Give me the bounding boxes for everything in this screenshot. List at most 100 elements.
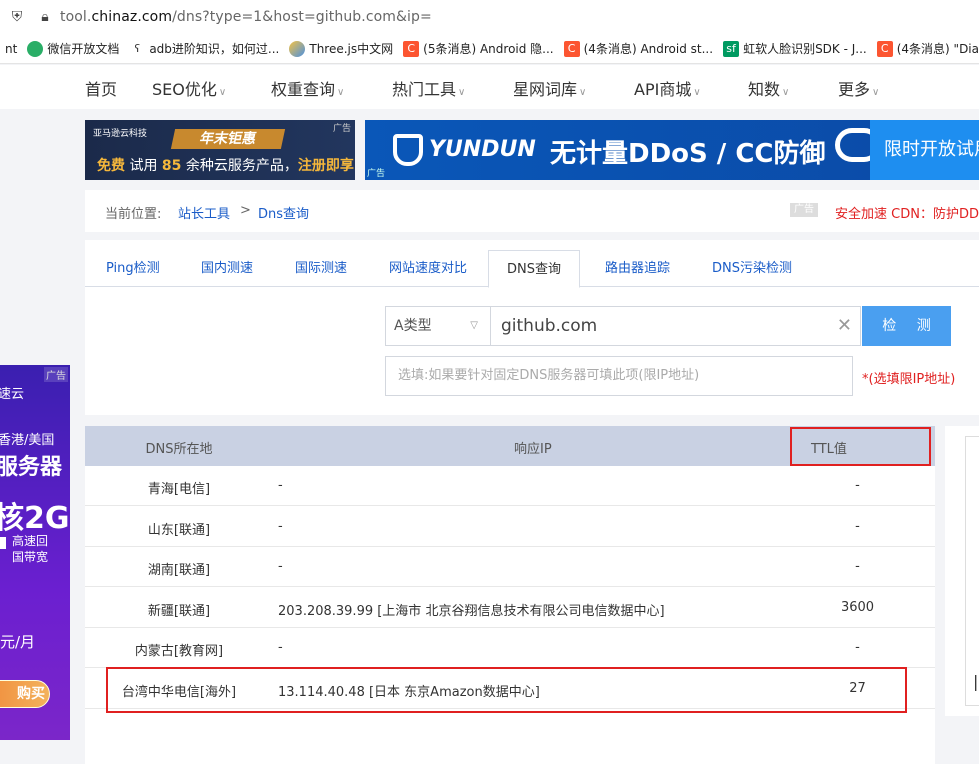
ttl-header-highlight <box>790 427 931 466</box>
ad-tag: 广告 <box>332 124 351 134</box>
breadcrumb-link-dns[interactable]: Dns查询 <box>258 203 309 222</box>
record-type-value: A类型 <box>394 318 432 334</box>
csdn-icon: C <box>563 40 580 57</box>
header-location: DNS所在地 <box>145 442 213 457</box>
nav-item[interactable]: 更多 ∨ <box>838 76 879 100</box>
tab-item[interactable]: DNS查询 <box>488 250 580 288</box>
bookmark-item[interactable]: Three.js中文网 <box>284 34 398 63</box>
side-box <box>965 436 979 706</box>
chevron-down-icon: ∨ <box>579 87 587 98</box>
ad-promo: 年末钜惠 <box>170 129 286 149</box>
tool-tabs: Ping检测 国内测速 国际测速 网站速度对比 DNS查询 路由器追踪 DNS污染检测 <box>85 250 979 288</box>
ad-tag: 广告 <box>44 367 68 382</box>
tab-item[interactable]: 国内测速 <box>183 250 271 287</box>
bookmarks-bar: nt 微信开放文档 ʕ adb进阶知识，如何过... Three.js中文网 C (5条消息… <box>0 34 979 64</box>
nav-item[interactable]: API商城 ∨ <box>634 76 701 100</box>
threejs-icon <box>289 40 306 57</box>
nav-item[interactable]: 首页 <box>85 76 117 100</box>
host-input-value: github.com <box>501 316 598 336</box>
cell-location: 新疆[联通] <box>147 603 211 619</box>
right-side-panel: | <box>945 426 979 716</box>
ad-brand: 亚马逊云科技 <box>93 129 148 139</box>
url-text[interactable]: tool.chinaz.com/dns?type=1&host=github.c… <box>60 9 432 25</box>
ad-cta[interactable]: 限时开放试用 <box>870 120 979 180</box>
bookmark-item[interactable]: C (4条消息) Android st... <box>559 34 718 63</box>
nav-item-label: 星网词库 <box>513 80 578 99</box>
cell-response-ip: - <box>278 518 283 534</box>
bookmark-item[interactable]: C (5条消息) Android 隐... <box>398 34 558 63</box>
bookmark-label: (4条消息) "Dial <box>896 42 979 56</box>
bookmark-item[interactable]: 微信开放文档 <box>22 34 124 63</box>
bookmark-label: 虹软人脸识别SDK - J... <box>743 42 867 56</box>
cell-location: 湖南[联通] <box>147 563 211 578</box>
dns-server-ip-input[interactable]: 选填:如果要针对固定DNS服务器可填此项(限IP地址) <box>385 356 853 396</box>
cell-ttl: 3600 <box>840 599 875 615</box>
bookmark-item[interactable]: sf 虹软人脸识别SDK - J... <box>718 34 872 63</box>
amazon-ad-banner[interactable]: 广告 亚马逊云科技 年末钜惠 免费 试用 85 余种云服务产品，注册即享 <box>85 120 355 180</box>
ad-text: 免费 试用 85 余种云服务产品，注册即享 <box>97 158 354 174</box>
bookmark-label: 微信开放文档 <box>47 42 120 56</box>
buy-button[interactable]: 购买 <box>0 680 50 708</box>
breadcrumb: 当前位置: 站长工具 > Dns查询 广告 安全加速 CDN：防护DDoS <box>85 190 979 232</box>
cell-response-ip: 203.208.39.99 [上海市 北京谷翔信息技术有限公司电信数据中心] <box>278 603 665 619</box>
chevron-down-icon: ∨ <box>872 87 880 98</box>
left-vertical-ad[interactable]: 广告 速云 香港/美国 服务器 核2G 高速回 国带宽 元/月 购买 <box>0 365 70 740</box>
clear-icon[interactable]: ✕ <box>837 307 852 345</box>
nav-item[interactable]: SEO优化 ∨ <box>152 76 226 100</box>
address-bar[interactable]: ⛨ 🔒︎ tool.chinaz.com/dns?type=1&host=git… <box>0 0 979 34</box>
breadcrumb-link-tools[interactable]: 站长工具 <box>178 203 230 222</box>
nav-item[interactable]: 热门工具 ∨ <box>392 76 465 100</box>
yundun-logo: YUNDUN <box>429 137 536 162</box>
nav-item[interactable]: 星网词库 ∨ <box>513 76 586 100</box>
ad-tag: 广告 <box>790 203 818 217</box>
ad-tag: 广告 <box>367 169 386 179</box>
tab-item[interactable]: 路由器追踪 <box>587 250 688 287</box>
bookmark-item[interactable]: nt <box>0 34 22 63</box>
nav-item[interactable]: 知数 ∨ <box>748 76 789 100</box>
bookmark-item[interactable]: C (4条消息) "Dial <box>872 34 979 63</box>
chevron-down-icon: ∨ <box>218 87 227 98</box>
host-input[interactable]: github.com ✕ <box>490 306 861 346</box>
lock-warning-icon[interactable]: 🔒︎ <box>34 9 56 25</box>
bookmark-label: adb进阶知识，如何过... <box>149 42 280 56</box>
nav-item[interactable]: 权重查询 ∨ <box>271 76 344 100</box>
bookmark-item[interactable]: ʕ adb进阶知识，如何过... <box>124 34 284 63</box>
side-cursor-mark: | <box>973 672 979 691</box>
cell-location: 青海[电信] <box>147 482 211 497</box>
tab-item[interactable]: 国际测速 <box>277 250 365 287</box>
nav-item-label: API商城 <box>634 80 692 99</box>
header-response-ip: 响应IP <box>514 442 552 457</box>
bookmark-label: nt <box>5 41 18 56</box>
nav-item-label: 首页 <box>85 80 118 99</box>
cell-response-ip: - <box>278 478 283 493</box>
ad-line: 核2G <box>0 501 70 536</box>
ip-input-note: *(选填限IP地址) <box>862 372 956 387</box>
tab-item[interactable]: DNS污染检测 <box>694 250 810 287</box>
taiwan-row-highlight <box>106 667 907 713</box>
tab-item[interactable]: 网站速度对比 <box>371 250 485 287</box>
yundun-ad-banner[interactable]: YUNDUN 无计量DDoS / CC防御 限时开放试用 广告 <box>365 120 979 180</box>
chevron-down-icon: ▽ <box>470 320 478 331</box>
chevron-down-icon: ∨ <box>782 87 790 98</box>
cdn-ad-link[interactable]: 安全加速 CDN：防护DDoS <box>835 203 979 222</box>
ad-line: 速云 <box>0 387 25 402</box>
cell-ttl: - <box>855 559 860 574</box>
breadcrumb-label: 当前位置: <box>105 207 162 222</box>
nav-item-label: 热门工具 <box>392 80 457 99</box>
cell-ttl: - <box>855 478 860 493</box>
table-row: 青海[电信] - - <box>85 466 935 506</box>
ad-price: 元/月 <box>0 633 36 651</box>
segmentfault-icon: sf <box>723 40 740 57</box>
ad-line: 香港/美国 <box>0 433 55 448</box>
cell-location: 山东[联通] <box>147 522 211 538</box>
shield-icon[interactable]: ⛨ <box>6 9 28 25</box>
record-type-select[interactable]: A类型 ▽ <box>385 306 491 346</box>
table-row: 内蒙古[教育网] - - <box>85 628 935 668</box>
bullet-icon <box>0 537 6 549</box>
check-button[interactable]: 检 测 <box>862 306 951 346</box>
tab-item[interactable]: Ping检测 <box>88 250 178 287</box>
ad-line: 服务器 <box>0 455 63 480</box>
site-top-nav: 首页 SEO优化 ∨ 权重查询 ∨ 热门工具 ∨ 星网词库 ∨ API商城 ∨ 知数 ∨ 更多 ∨ <box>0 65 979 109</box>
cell-location: 内蒙古[教育网] <box>134 644 224 659</box>
dns-results-table: DNS所在地 响应IP TTL值 青海[电信] - - 山东[联通] - - 湖南[联通] -… <box>85 426 935 764</box>
